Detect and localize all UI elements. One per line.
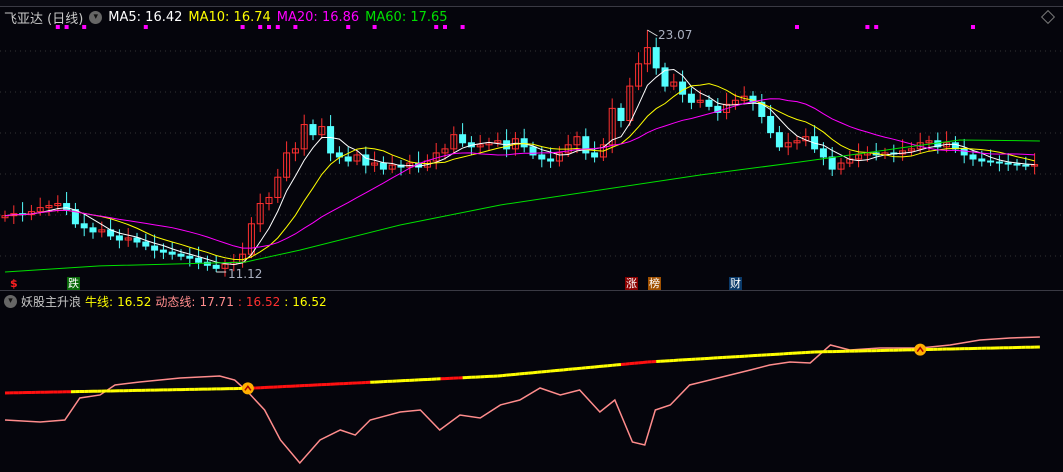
bull-label: 牛线:: [85, 295, 114, 309]
ma20-line: [4, 98, 1035, 249]
signal-rank[interactable]: 榜: [648, 277, 661, 290]
bull-value: 16.52: [117, 294, 152, 309]
candle-body: [547, 158, 555, 162]
candle-body: [168, 251, 176, 255]
candle-body: [115, 235, 123, 241]
signal-dot: [275, 25, 280, 29]
kline-chart[interactable]: [0, 0, 1063, 472]
candle-body: [538, 154, 546, 160]
low-price-label: 11.12: [228, 267, 263, 281]
candle-body: [819, 148, 827, 158]
signal-dot: [434, 25, 439, 29]
candle-body: [969, 154, 977, 160]
signal-dot: [240, 25, 245, 29]
candle-body: [133, 237, 141, 243]
candle-body: [309, 124, 317, 136]
signal-dot: [460, 25, 465, 29]
signal-dot: [372, 25, 377, 29]
candle-body: [212, 264, 220, 269]
candle-body: [344, 156, 352, 162]
candle-body: [520, 138, 528, 148]
value-3: 16.52: [292, 294, 327, 309]
candle-body: [995, 161, 1003, 164]
signal-dot: [82, 25, 87, 29]
separator: :: [284, 294, 289, 309]
candle-body: [195, 257, 203, 263]
panel-divider[interactable]: [0, 290, 1063, 291]
candle-body: [591, 152, 599, 158]
candle-body: [142, 241, 150, 247]
dyn-label: 动态线:: [155, 295, 196, 309]
candle-body: [80, 223, 88, 229]
candle-body: [828, 156, 836, 170]
indicator-name: 妖股主升浪: [21, 295, 82, 309]
candle-body: [705, 99, 713, 107]
chevron-down-icon[interactable]: ▾: [4, 295, 17, 308]
signal-dollar[interactable]: $: [9, 277, 19, 290]
candle-body: [617, 107, 625, 122]
signal-dot: [258, 25, 263, 29]
signal-dot: [795, 25, 799, 29]
candle-body: [775, 132, 783, 148]
candle-body: [767, 115, 775, 134]
value-2: 16.52: [245, 294, 281, 309]
candle-body: [687, 93, 695, 103]
signal-fall[interactable]: 跌: [67, 277, 80, 290]
candle-body: [1022, 164, 1030, 167]
high-price-label: 23.07: [658, 28, 693, 42]
candle-body: [582, 136, 590, 154]
candle-body: [679, 81, 687, 95]
signal-dot: [443, 25, 447, 29]
candle-body: [459, 134, 467, 144]
signal-dot: [64, 25, 69, 29]
candle-body: [960, 148, 968, 156]
signal-rise[interactable]: 涨: [625, 277, 638, 290]
separator: :: [237, 294, 242, 309]
candle-body: [151, 245, 159, 251]
candle-body: [978, 158, 986, 162]
candle-body: [177, 253, 185, 257]
ma10-line: [4, 83, 1035, 261]
signal-dot: [143, 25, 148, 29]
dynamic-line: [4, 336, 1040, 465]
signal-dot: [293, 25, 298, 29]
candle-body: [159, 249, 167, 253]
signal-dot: [971, 25, 975, 29]
cross-marker-icon: [241, 382, 254, 395]
signal-dot: [346, 25, 351, 29]
candle-body: [186, 255, 194, 259]
dyn-value: 17.71: [199, 294, 234, 309]
candle-body: [987, 160, 995, 163]
candle-body: [652, 47, 660, 69]
signal-dot: [267, 25, 271, 29]
candle-body: [1004, 162, 1012, 165]
candle-body: [1013, 163, 1021, 166]
ma5-line: [4, 68, 1035, 265]
candle-body: [89, 227, 97, 233]
signal-dot: [865, 25, 870, 29]
candle-body: [327, 126, 335, 154]
signal-finance[interactable]: 财: [729, 277, 742, 290]
signal-dot: [874, 25, 879, 29]
candle-body: [379, 162, 387, 170]
cross-marker-icon: [914, 343, 927, 356]
indicator-header: ▾ 妖股主升浪 牛线: 16.52 动态线: 17.71 : 16.52 : 1…: [4, 293, 327, 310]
high-arrow: [647, 29, 658, 37]
candle-body: [529, 146, 537, 156]
candle-body: [63, 203, 71, 211]
signal-dot: [55, 25, 60, 29]
